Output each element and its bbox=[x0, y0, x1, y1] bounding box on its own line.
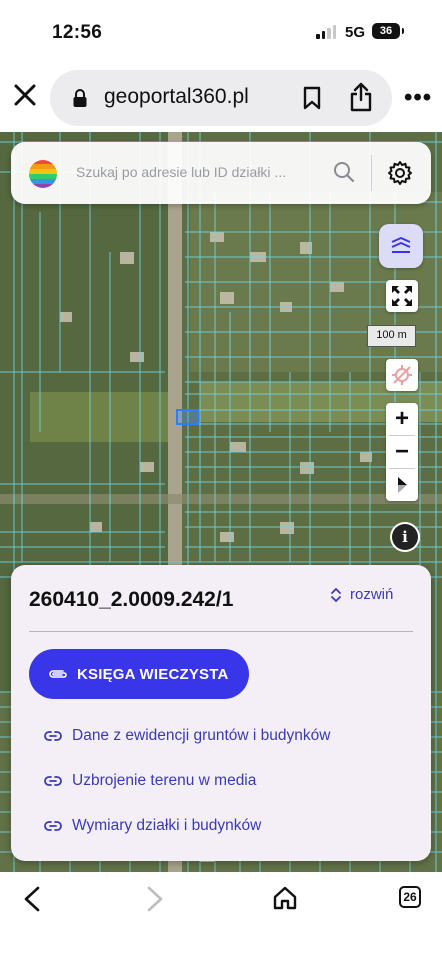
locate-button[interactable] bbox=[386, 359, 418, 391]
logo-icon[interactable] bbox=[28, 159, 58, 189]
expand-icon bbox=[331, 587, 341, 602]
expand-label: rozwiń bbox=[350, 586, 394, 603]
parcel-id: 260410_2.0009.242/1 bbox=[29, 588, 234, 611]
browser-bar: geoportal360.pl ••• bbox=[0, 62, 442, 132]
link-icon bbox=[44, 776, 62, 786]
address-bar[interactable]: geoportal360.pl bbox=[50, 70, 392, 126]
tabs-icon[interactable]: 26 bbox=[399, 886, 421, 908]
zoom-out-button[interactable]: − bbox=[386, 436, 418, 468]
url-text: geoportal360.pl bbox=[104, 85, 249, 108]
fullscreen-icon bbox=[392, 286, 412, 306]
zoom-controls: + − bbox=[386, 403, 418, 501]
parcel-card: 260410_2.0009.242/1 rozwiń KSIĘGA WIECZY… bbox=[11, 565, 431, 861]
card-divider bbox=[29, 631, 413, 632]
home-icon[interactable] bbox=[272, 885, 298, 911]
status-bar: 12:56 5G 36 bbox=[0, 0, 442, 62]
more-icon[interactable]: ••• bbox=[404, 84, 432, 112]
share-icon[interactable] bbox=[349, 82, 373, 112]
link-label: Uzbrojenie terenu w media bbox=[72, 772, 257, 789]
land-register-button[interactable]: KSIĘGA WIECZYSTA bbox=[29, 649, 249, 699]
paperclip-icon bbox=[49, 670, 67, 678]
layers-button[interactable] bbox=[379, 224, 423, 268]
search-icon[interactable] bbox=[333, 161, 355, 183]
land-register-label: KSIĘGA WIECZYSTA bbox=[77, 665, 229, 683]
signal-icon bbox=[316, 25, 336, 39]
search-bar[interactable]: Szukaj po adresie lub ID działki ... bbox=[11, 142, 431, 204]
browser-toolbar: 26 bbox=[0, 872, 442, 960]
layers-icon bbox=[391, 237, 411, 253]
battery-icon: 36 bbox=[372, 23, 404, 39]
search-separator bbox=[371, 155, 372, 191]
compass-button[interactable] bbox=[386, 469, 418, 501]
locate-off-icon bbox=[392, 365, 412, 385]
link-icon bbox=[44, 731, 62, 741]
forward-icon bbox=[147, 886, 163, 912]
link-icon bbox=[44, 821, 62, 831]
info-icon[interactable]: i bbox=[392, 524, 418, 550]
back-icon[interactable] bbox=[22, 885, 42, 913]
zoom-in-button[interactable]: + bbox=[386, 403, 418, 435]
lock-icon bbox=[73, 89, 87, 107]
gear-icon[interactable] bbox=[387, 160, 413, 186]
bookmark-icon[interactable] bbox=[302, 86, 322, 110]
link-label: Wymiary działki i budynków bbox=[72, 817, 262, 834]
link-dimensions[interactable]: Wymiary działki i budynków bbox=[44, 817, 261, 835]
link-label: Dane z ewidencji gruntów i budynków bbox=[72, 727, 331, 744]
status-time: 12:56 bbox=[52, 22, 103, 43]
network-label: 5G bbox=[345, 24, 366, 41]
search-input[interactable]: Szukaj po adresie lub ID działki ... bbox=[76, 164, 286, 180]
close-icon[interactable] bbox=[12, 82, 38, 108]
map-view[interactable]: Szukaj po adresie lub ID działki ... 100… bbox=[0, 132, 442, 872]
expand-button[interactable]: rozwiń bbox=[331, 586, 393, 603]
scale-bar: 100 m bbox=[367, 325, 416, 347]
link-utilities[interactable]: Uzbrojenie terenu w media bbox=[44, 772, 256, 790]
fullscreen-button[interactable] bbox=[386, 280, 418, 312]
compass-icon bbox=[398, 477, 407, 493]
link-land-records[interactable]: Dane z ewidencji gruntów i budynków bbox=[44, 727, 330, 745]
